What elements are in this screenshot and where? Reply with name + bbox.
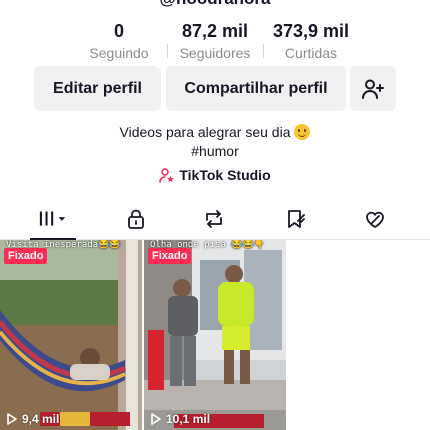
empty-grid-cell [288,240,430,430]
profile-page: @hoodrahora 0 Seguindo 87,2 mil Seguidor… [0,0,430,430]
likes-label: Curtidas [284,45,338,61]
profile-handle: @hoodrahora [0,0,430,9]
pinned-badge: Fixado [4,248,48,264]
person-star-icon [159,168,175,183]
share-profile-button[interactable]: Compartilhar perfil [166,66,346,111]
view-count: 9,4 mil [6,412,59,426]
video-grid: Visita inesperada😂😂 Fixado 9,4 mil Olha … [0,240,430,430]
bio-line-1: Videos para alegrar seu dia [119,124,291,140]
likes-count: 373,9 mil [272,21,350,41]
bio-text: Videos para alegrar seu dia [0,124,430,140]
stat-likes[interactable]: 373,9 mil Curtidas [251,20,371,62]
profile-tabs [0,201,430,240]
lock-icon [128,209,144,229]
tab-reposts[interactable] [199,207,229,231]
edit-profile-button[interactable]: Editar perfil [34,66,161,111]
tab-videos[interactable] [38,207,68,231]
bookmark-icon [288,210,305,228]
view-count-label: 9,4 mil [22,412,60,426]
street-scene-image [144,240,286,430]
hammock-scene-image [0,240,142,430]
profile-stats: 0 Seguindo 87,2 mil Seguidores 373,9 mil… [0,20,430,62]
tab-favorites[interactable] [281,207,311,231]
play-icon [7,413,17,425]
grid-icon [39,211,66,226]
smile-emoji-icon [294,124,311,140]
liked-heart-icon [366,211,384,228]
video-thumbnail[interactable]: Visita inesperada😂😂 Fixado 9,4 mil [0,240,142,430]
pinned-badge: Fixado [148,248,192,264]
add-friend-button[interactable] [350,66,396,111]
tab-liked[interactable] [360,207,390,231]
view-count: 10,1 mil [150,412,210,426]
view-count-label: 10,1 mil [166,412,211,426]
video-thumbnail[interactable]: Olha onde pisa 😂😂👇 Fixado 10,1 mil [144,240,286,430]
add-user-icon [362,79,384,99]
tiktok-studio-label: TikTok Studio [179,167,271,183]
play-icon [151,413,161,425]
tab-private[interactable] [121,207,151,231]
repost-icon [206,210,222,228]
bio-hashtag[interactable]: #humor [0,143,430,159]
tiktok-studio-link[interactable]: TikTok Studio [0,167,430,183]
